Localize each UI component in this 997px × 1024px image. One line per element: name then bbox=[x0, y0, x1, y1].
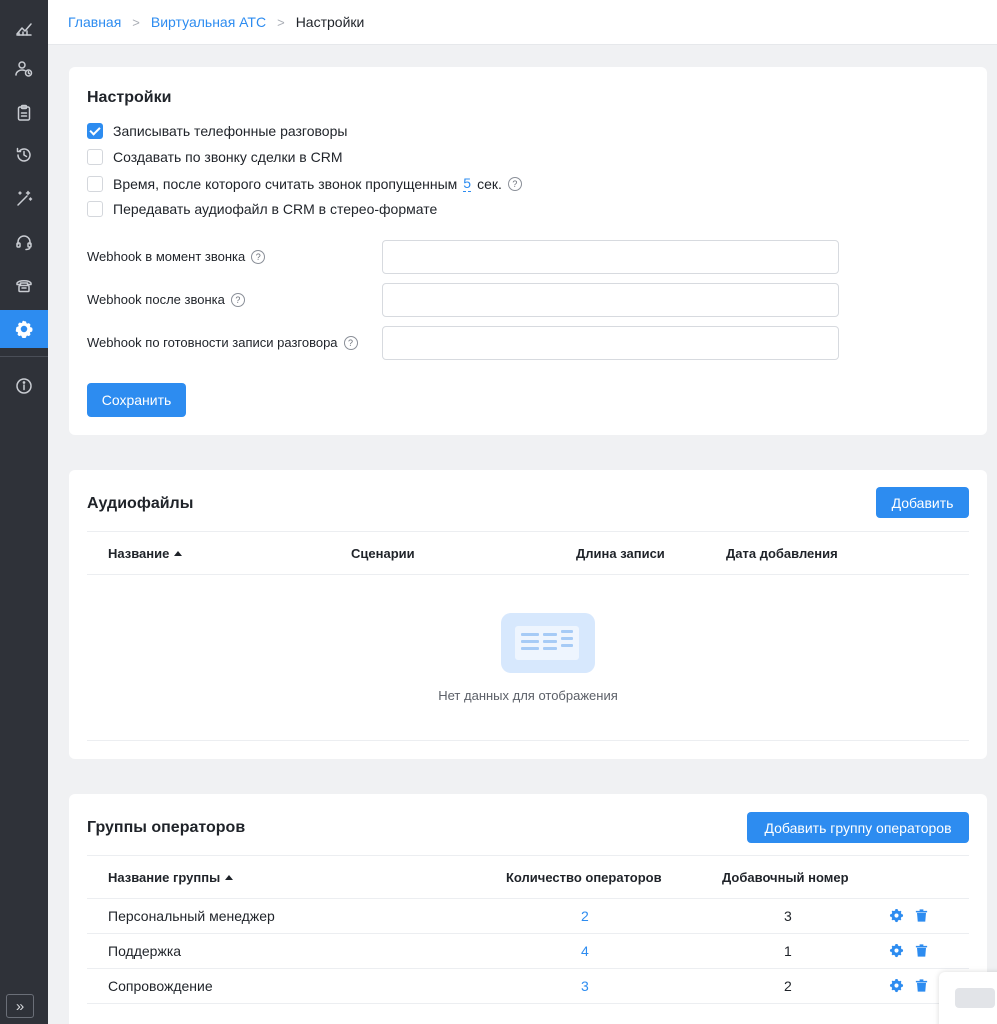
table-row: Поддержка 4 1 bbox=[87, 934, 969, 969]
gear-icon[interactable] bbox=[889, 978, 904, 993]
sidebar-divider bbox=[0, 356, 48, 357]
settings-card: Настройки Записывать телефонные разговор… bbox=[69, 67, 987, 435]
group-name: Персональный менеджер bbox=[108, 908, 275, 924]
webhook-record-label: Webhook по готовности записи разговора bbox=[87, 335, 338, 350]
sort-asc-icon bbox=[225, 875, 234, 880]
stereo-label: Передавать аудиофайл в CRM в стерео-форм… bbox=[113, 201, 438, 217]
breadcrumb-current: Настройки bbox=[295, 14, 365, 30]
add-audio-button[interactable]: Добавить bbox=[876, 487, 969, 518]
table-row: Сопровождение 3 2 bbox=[87, 969, 969, 1004]
headset-icon bbox=[16, 235, 32, 251]
sidebar-item-telephony[interactable] bbox=[0, 266, 48, 304]
group-extension: 2 bbox=[784, 978, 792, 994]
webhook-call-label: Webhook в момент звонка bbox=[87, 249, 246, 264]
operator-groups-title: Группы операторов bbox=[87, 819, 246, 836]
clipboard-icon bbox=[17, 104, 31, 121]
table-row: Персональный менеджер 2 3 bbox=[87, 899, 969, 934]
sidebar-item-info[interactable] bbox=[0, 367, 48, 405]
group-name: Поддержка bbox=[108, 943, 182, 959]
group-name: Сопровождение bbox=[108, 978, 213, 994]
create-deals-option: Создавать по звонку сделки в CRM bbox=[87, 149, 343, 165]
gear-icon[interactable] bbox=[889, 908, 904, 923]
group-extension: 1 bbox=[784, 943, 792, 959]
group-extension: 3 bbox=[784, 908, 792, 924]
help-icon[interactable]: ? bbox=[251, 249, 266, 264]
help-icon[interactable]: ? bbox=[230, 292, 245, 307]
empty-table-icon bbox=[501, 613, 595, 673]
groups-column-extension[interactable]: Добавочный номер bbox=[722, 870, 849, 885]
webhook-record-label-row: Webhook по готовности записи разговора ? bbox=[87, 335, 358, 350]
history-icon bbox=[16, 147, 31, 162]
groups-column-name[interactable]: Название группы bbox=[108, 870, 234, 885]
audio-column-date[interactable]: Дата добавления bbox=[726, 546, 838, 561]
sidebar-item-tasks[interactable] bbox=[0, 94, 48, 132]
audio-card: Аудиофайлы Добавить Название Сценарии Дл… bbox=[69, 470, 987, 759]
group-operator-count[interactable]: 3 bbox=[581, 978, 589, 994]
record-calls-option: Записывать телефонные разговоры bbox=[87, 123, 347, 139]
user-clock-icon bbox=[15, 61, 33, 77]
record-calls-checkbox[interactable] bbox=[87, 123, 103, 139]
operator-groups-card: Группы операторов Добавить группу операт… bbox=[69, 794, 987, 1024]
analytics-icon bbox=[16, 23, 32, 36]
breadcrumb-home-link[interactable]: Главная bbox=[68, 14, 121, 30]
breadcrumb-separator: > bbox=[132, 14, 140, 30]
audio-column-length[interactable]: Длина записи bbox=[576, 546, 665, 561]
missed-call-time-option: Время, после которого считать звонок про… bbox=[87, 175, 522, 192]
add-operator-group-button[interactable]: Добавить группу операторов bbox=[747, 812, 969, 843]
sidebar-expand-button[interactable]: » bbox=[6, 994, 34, 1018]
sidebar-item-users[interactable] bbox=[0, 50, 48, 88]
missed-call-unit: сек. bbox=[477, 175, 502, 192]
trash-icon[interactable] bbox=[914, 943, 929, 958]
stereo-option: Передавать аудиофайл в CRM в стерео-форм… bbox=[87, 201, 437, 217]
gear-icon bbox=[15, 320, 33, 338]
create-deals-checkbox[interactable] bbox=[87, 149, 103, 165]
sidebar-item-history[interactable] bbox=[0, 136, 48, 174]
magic-wand-icon bbox=[17, 190, 33, 206]
webhook-after-label: Webhook после звонка bbox=[87, 292, 225, 307]
audio-column-name[interactable]: Название bbox=[108, 546, 183, 561]
breadcrumb-separator: > bbox=[277, 14, 285, 30]
breadcrumb: Главная > Виртуальная АТС > Настройки bbox=[48, 0, 997, 45]
webhook-after-input[interactable] bbox=[382, 283, 839, 317]
floating-widget-content bbox=[955, 988, 995, 1008]
create-deals-label: Создавать по звонку сделки в CRM bbox=[113, 149, 343, 165]
trash-icon[interactable] bbox=[914, 978, 929, 993]
missed-call-checkbox[interactable] bbox=[87, 175, 103, 192]
breadcrumb-section-link[interactable]: Виртуальная АТС bbox=[151, 14, 266, 30]
audio-column-scenarios[interactable]: Сценарии bbox=[351, 546, 415, 561]
floating-widget[interactable] bbox=[939, 972, 997, 1024]
group-operator-count[interactable]: 4 bbox=[581, 943, 589, 959]
webhook-record-input[interactable] bbox=[382, 326, 839, 360]
trash-icon[interactable] bbox=[914, 908, 929, 923]
sidebar-item-settings[interactable] bbox=[0, 310, 48, 348]
stereo-checkbox[interactable] bbox=[87, 201, 103, 217]
missed-call-seconds-value[interactable]: 5 bbox=[463, 175, 472, 192]
phone-icon bbox=[16, 280, 32, 293]
group-operator-count[interactable]: 2 bbox=[581, 908, 589, 924]
gear-icon[interactable] bbox=[889, 943, 904, 958]
sidebar-item-automation[interactable] bbox=[0, 180, 48, 218]
groups-column-count[interactable]: Количество операторов bbox=[506, 870, 662, 885]
save-button[interactable]: Сохранить bbox=[87, 383, 186, 417]
info-icon bbox=[16, 378, 32, 394]
audio-title: Аудиофайлы bbox=[87, 495, 194, 512]
empty-state-text: Нет данных для отображения bbox=[438, 688, 618, 703]
groups-table-header: Название группы Количество операторов До… bbox=[87, 855, 969, 899]
sidebar-item-analytics[interactable] bbox=[0, 9, 48, 47]
record-calls-label: Записывать телефонные разговоры bbox=[113, 123, 348, 139]
webhook-call-input[interactable] bbox=[382, 240, 839, 274]
sidebar: » bbox=[0, 0, 48, 1024]
help-icon[interactable]: ? bbox=[507, 176, 522, 191]
sort-asc-icon bbox=[174, 551, 183, 556]
table-divider bbox=[87, 740, 969, 741]
webhook-after-label-row: Webhook после звонка ? bbox=[87, 292, 245, 307]
settings-title: Настройки bbox=[87, 89, 172, 106]
help-icon[interactable]: ? bbox=[343, 335, 358, 350]
audio-table-header: Название Сценарии Длина записи Дата доба… bbox=[87, 531, 969, 575]
missed-call-label: Время, после которого считать звонок про… bbox=[113, 175, 458, 192]
sidebar-item-support[interactable] bbox=[0, 223, 48, 261]
webhook-call-label-row: Webhook в момент звонка ? bbox=[87, 249, 266, 264]
